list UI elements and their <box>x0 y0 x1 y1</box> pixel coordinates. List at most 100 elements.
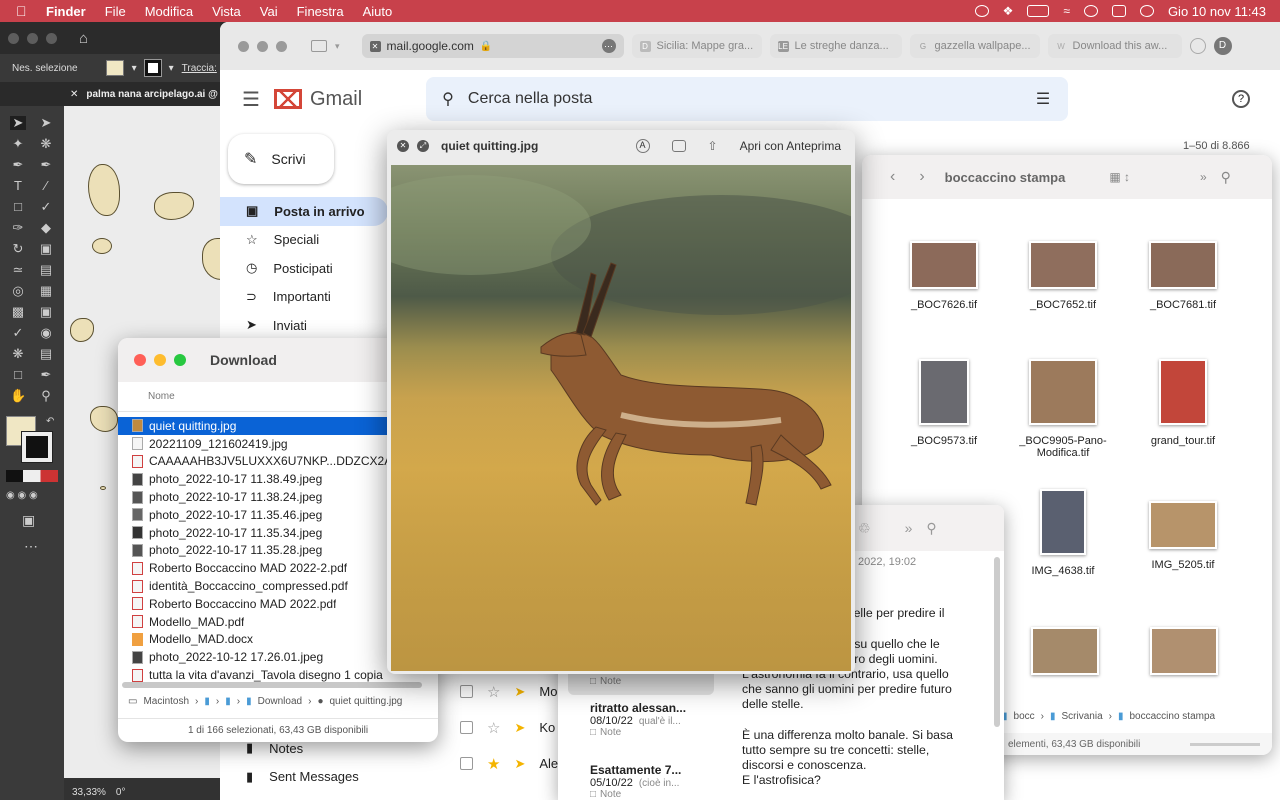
open-with-preview-button[interactable]: Apri con Anteprima <box>736 137 845 155</box>
selection-tool-icon[interactable]: ➤ <box>10 116 26 130</box>
rotate-icon[interactable] <box>671 140 686 152</box>
sidebar-item-sent[interactable]: ➤ Inviati <box>220 311 388 340</box>
battery-icon[interactable] <box>1027 5 1050 17</box>
label-sent-messages[interactable]: ▮ Sent Messages <box>220 763 388 792</box>
tab-sicilia[interactable]: D Sicilia: Mappe gra... <box>631 34 762 58</box>
share-icon[interactable]: ⇧ <box>708 139 718 153</box>
important-icon[interactable]: ➤ <box>514 684 525 700</box>
close-tab-icon[interactable]: ✕ <box>70 89 78 100</box>
file-item[interactable]: IMG_4638.tif <box>1008 489 1118 577</box>
zoom-level[interactable]: 33,33% <box>72 787 106 798</box>
menu-vai[interactable]: Vai <box>260 4 278 19</box>
search-icon[interactable]: ⚲ <box>1221 169 1231 186</box>
dropbox-icon[interactable]: ❖ <box>1003 4 1014 18</box>
status-app-icon[interactable] <box>974 5 989 17</box>
paintbrush-tool-icon[interactable]: ✓ <box>38 200 54 214</box>
fill-swatch[interactable] <box>105 60 124 76</box>
file-item[interactable]: _BOC7681.tif <box>1128 241 1238 311</box>
sidebar-item-starred[interactable]: ☆ Speciali <box>220 226 388 255</box>
chevron-down-icon[interactable]: ▾ <box>132 63 137 74</box>
search-input[interactable]: Cerca nella posta <box>468 90 593 108</box>
window-minimize-button[interactable] <box>257 40 268 52</box>
important-icon[interactable]: ➤ <box>514 720 525 736</box>
sidebar-item-inbox[interactable]: ▣ Posta in arrivo <box>220 197 388 226</box>
sidebar-toggle-icon[interactable] <box>311 40 327 52</box>
help-icon[interactable]: ? <box>1232 90 1250 108</box>
file-item[interactable]: grand_tour.tif <box>1128 359 1238 447</box>
chevron-down-icon[interactable]: ▾ <box>335 41 340 52</box>
document-tab[interactable]: ✕ palma nana arcipelago.ai @ 3 <box>0 82 240 106</box>
perspective-grid-icon[interactable]: ▦ <box>38 284 54 298</box>
file-item[interactable]: _BOC7652.tif <box>1008 241 1118 311</box>
forward-icon[interactable]: › <box>919 168 924 186</box>
eyedropper-tool-icon[interactable]: ✓ <box>10 326 26 340</box>
screen-mode-icon[interactable]: ▣ <box>22 512 35 529</box>
path-item[interactable]: Macintosh <box>143 696 189 707</box>
menu-app-finder[interactable]: Finder <box>46 4 86 19</box>
compose-button[interactable]: ✎ Scrivi <box>228 134 334 184</box>
time-machine-icon[interactable] <box>1083 5 1098 17</box>
scale-tool-icon[interactable]: ▣ <box>38 242 54 256</box>
important-icon[interactable]: ➤ <box>514 756 525 772</box>
file-item[interactable]: IMG_5205.tif <box>1128 489 1238 571</box>
window-close-button[interactable] <box>238 40 249 52</box>
color-mode-icon[interactable] <box>6 470 58 482</box>
stroke-color-swatch[interactable] <box>21 431 53 463</box>
chevron-down-icon[interactable]: ▾ <box>169 63 174 74</box>
more-icon[interactable]: ⋯ <box>601 39 616 53</box>
close-tab-icon[interactable]: ✕ <box>369 40 381 52</box>
back-icon[interactable]: ‹ <box>890 168 895 186</box>
file-item[interactable]: _BOC9573.tif <box>889 359 999 447</box>
sidebar-item-snoozed[interactable]: ◷ Posticipati <box>220 254 388 283</box>
profile-avatar[interactable]: D <box>1213 37 1232 55</box>
menu-modifica[interactable]: Modifica <box>145 4 193 19</box>
mesh-tool-icon[interactable]: ▩ <box>10 305 26 319</box>
window-zoom-button[interactable] <box>174 354 186 366</box>
swap-colors-icon[interactable]: ↶ <box>46 416 54 427</box>
star-icon[interactable]: ★ <box>487 755 500 773</box>
download-icon[interactable] <box>1189 38 1206 54</box>
search-icon[interactable]: ⚲ <box>926 520 936 537</box>
email-row[interactable]: ☆ ➤ Mo <box>460 674 557 709</box>
lasso-tool-icon[interactable]: ❋ <box>38 137 54 151</box>
menu-file[interactable]: File <box>105 4 126 19</box>
email-row[interactable]: ☆ ➤ Ko <box>460 710 555 745</box>
more-icon[interactable]: » <box>905 520 913 536</box>
email-row[interactable]: ★ ➤ Ale <box>460 746 558 781</box>
window-close-button[interactable] <box>134 354 146 366</box>
draw-mode-icon[interactable]: ◉ ◉ ◉ <box>6 490 38 501</box>
magic-wand-icon[interactable]: ✦ <box>10 137 26 151</box>
apple-menu-icon[interactable]:  <box>16 3 34 19</box>
line-tool-icon[interactable]: ∕ <box>38 179 54 193</box>
eraser-tool-icon[interactable]: ◆ <box>38 221 54 235</box>
menu-finestra[interactable]: Finestra <box>297 4 344 19</box>
slice-tool-icon[interactable]: ✒ <box>38 368 54 382</box>
shaper-tool-icon[interactable]: ✑ <box>10 221 26 235</box>
star-icon[interactable]: ☆ <box>487 719 500 737</box>
path-item[interactable]: boccaccino stampa <box>1130 711 1216 722</box>
home-icon[interactable]: ⌂ <box>79 30 88 47</box>
search-bar[interactable]: ⚲ Cerca nella posta ☰ <box>426 77 1069 121</box>
shape-builder-icon[interactable]: ◎ <box>10 284 26 298</box>
row-checkbox[interactable] <box>460 685 473 698</box>
path-item[interactable]: bocc <box>1014 711 1035 722</box>
wifi-icon[interactable]: ≈ <box>1063 4 1070 18</box>
view-grid-icon[interactable]: ▦ ↕ <box>1109 170 1130 184</box>
gmail-logo-icon[interactable] <box>273 89 302 109</box>
row-checkbox[interactable] <box>460 721 473 734</box>
window-minimize-button[interactable] <box>27 32 38 44</box>
path-item[interactable]: Download <box>258 696 302 707</box>
control-center-icon[interactable] <box>1111 5 1126 17</box>
more-tools-icon[interactable]: ⋯ <box>24 538 38 555</box>
icon-size-slider[interactable] <box>1190 742 1260 746</box>
width-tool-icon[interactable]: ≃ <box>10 263 26 277</box>
tab-gmail[interactable]: ✕ mail.google.com 🔒 ⋯ <box>361 34 624 58</box>
type-tool-icon[interactable]: T <box>10 179 26 193</box>
rectangle-tool-icon[interactable]: □ <box>10 200 26 214</box>
file-item[interactable]: _BOC7626.tif <box>889 241 999 311</box>
datetime[interactable]: Gio 10 nov 11:43 <box>1168 4 1266 19</box>
rotate-tool-icon[interactable]: ↻ <box>10 242 26 256</box>
close-icon[interactable]: ✕ <box>397 140 409 152</box>
scrollbar[interactable] <box>994 557 1000 727</box>
window-zoom-button[interactable] <box>46 32 57 44</box>
